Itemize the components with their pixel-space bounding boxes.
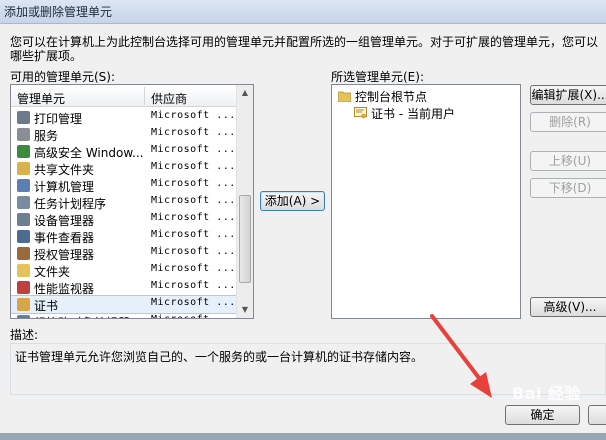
annotation-arrow-icon [430, 314, 492, 398]
